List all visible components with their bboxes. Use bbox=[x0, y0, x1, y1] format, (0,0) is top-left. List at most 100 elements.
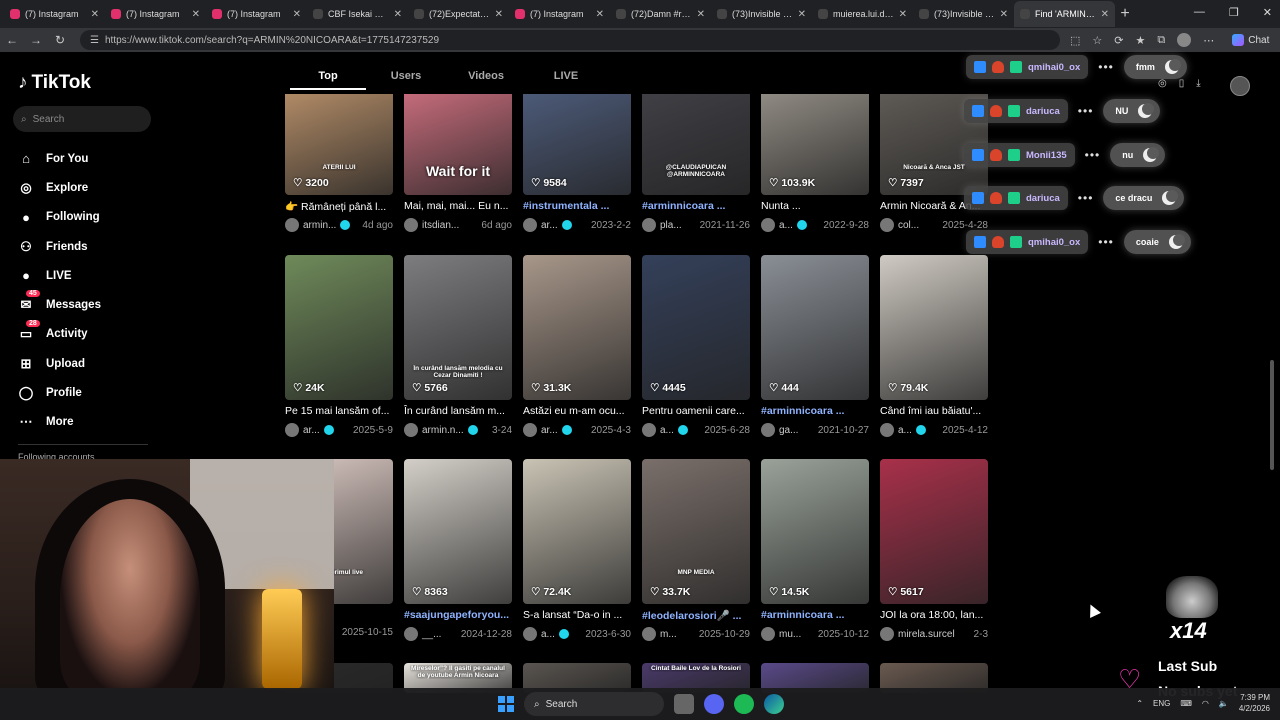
video-caption[interactable]: Astăzi eu m-am ocu... bbox=[523, 405, 631, 419]
video-thumbnail[interactable]: În curând lansăm melodia cu Cezar Dinami… bbox=[404, 255, 512, 400]
video-thumbnail[interactable]: ♡ 79.4K bbox=[880, 255, 988, 400]
windows-start-icon[interactable] bbox=[498, 696, 514, 712]
author-name[interactable]: ar... bbox=[541, 220, 558, 231]
author-name[interactable]: armin... bbox=[303, 220, 336, 231]
author-avatar[interactable] bbox=[761, 423, 775, 437]
tab-close-icon[interactable]: ✕ bbox=[899, 9, 907, 20]
video-caption[interactable]: #arminnicoara ... bbox=[642, 200, 750, 214]
tab-close-icon[interactable]: ✕ bbox=[394, 9, 402, 20]
spotify-icon[interactable] bbox=[734, 694, 754, 714]
author-name[interactable]: col... bbox=[898, 220, 919, 231]
tray-chevron-icon[interactable]: ⌃ bbox=[1136, 699, 1143, 708]
sidebar-item-messages[interactable]: ✉ 45 Messages bbox=[18, 290, 101, 319]
video-thumbnail[interactable]: ♡ 4445 bbox=[642, 255, 750, 400]
sidebar-item-upload[interactable]: ⊞ Upload bbox=[18, 349, 101, 378]
video-caption[interactable]: 👉 Rămâneți până l... bbox=[285, 200, 393, 214]
video-thumbnail[interactable]: MNP MEDIA ♡ 33.7K bbox=[642, 459, 750, 604]
author-name[interactable]: a... bbox=[779, 220, 793, 231]
video-thumbnail[interactable]: ♡ 9584 bbox=[523, 94, 631, 195]
author-name[interactable]: m... bbox=[660, 629, 677, 640]
video-card[interactable]: ♡ 8363 #saajungapeforyou... __... 2024-12-2… bbox=[404, 459, 512, 641]
back-icon[interactable]: ← bbox=[0, 33, 24, 47]
minimize-icon[interactable]: — bbox=[1194, 6, 1205, 19]
tab-close-icon[interactable]: ✕ bbox=[495, 9, 503, 20]
network-icon[interactable]: ⌨ bbox=[1180, 699, 1192, 708]
video-thumbnail[interactable]: ♡ 31.3K bbox=[523, 255, 631, 400]
browser-tab[interactable]: (72)Damn #reside ✕ bbox=[610, 1, 711, 27]
author-avatar[interactable] bbox=[761, 627, 775, 641]
tiktok-logo[interactable]: ♪ TikTok bbox=[18, 72, 91, 94]
tab-close-icon[interactable]: ✕ bbox=[192, 9, 200, 20]
browser-tab[interactable]: (7) Instagram ✕ bbox=[509, 1, 610, 27]
extension-icon[interactable]: ⬚ bbox=[1070, 34, 1080, 47]
video-thumbnail[interactable]: ♡ 444 bbox=[761, 255, 869, 400]
browser-tab[interactable]: muierea.lui.dany ✕ bbox=[812, 1, 913, 27]
video-thumbnail[interactable]: ♡ 72.4K bbox=[523, 459, 631, 604]
tab-top[interactable]: Top bbox=[290, 70, 366, 90]
forward-icon[interactable]: → bbox=[24, 33, 48, 47]
video-caption[interactable]: Pentru oamenii care... bbox=[642, 405, 750, 419]
sidebar-item-for-you[interactable]: ⌂ For You bbox=[18, 144, 101, 173]
video-thumbnail[interactable]: @CLAUDIAPUICAN @ARMINNICOARA bbox=[642, 94, 750, 195]
browser-tab[interactable]: Find 'ARMIN NICO ✕ bbox=[1014, 1, 1115, 27]
copilot-chat-button[interactable]: Chat bbox=[1232, 34, 1269, 46]
sidebar-item-activity[interactable]: ▭ 28 Activity bbox=[18, 319, 101, 349]
video-card[interactable]: ♡ 72.4K S-a lansat “Da-o in ... a... 2023-6… bbox=[523, 459, 631, 641]
author-name[interactable]: a... bbox=[541, 629, 555, 640]
refresh-extension-icon[interactable]: ⟳ bbox=[1114, 34, 1123, 47]
site-info-icon[interactable]: ☰ bbox=[90, 35, 99, 46]
video-caption[interactable]: #instrumentala ... bbox=[523, 200, 631, 214]
video-card[interactable]: În curând lansăm melodia cu Cezar Dinami… bbox=[404, 255, 512, 437]
video-caption[interactable]: #arminnicoara ... bbox=[761, 405, 869, 419]
author-name[interactable]: itsdian... bbox=[422, 220, 459, 231]
sidebar-item-profile[interactable]: ◯ Profile bbox=[18, 378, 101, 407]
tab-close-icon[interactable]: ✕ bbox=[293, 9, 301, 20]
volume-icon[interactable]: 🔈 bbox=[1219, 699, 1229, 708]
video-thumbnail[interactable]: ♡ 103.9K bbox=[761, 94, 869, 195]
browser-tab[interactable]: (73)Invisible Dang ✕ bbox=[711, 1, 812, 27]
video-card[interactable]: ♡ 14.5K #arminnicoara ... mu... 2025-10-12 bbox=[761, 459, 869, 641]
author-name[interactable]: mirela.surcel bbox=[898, 629, 955, 640]
sidebar-item-explore[interactable]: ◎ Explore bbox=[18, 173, 101, 202]
video-caption[interactable]: Pe 15 mai lansăm of... bbox=[285, 405, 393, 419]
author-avatar[interactable] bbox=[404, 423, 418, 437]
author-avatar[interactable] bbox=[523, 218, 537, 232]
author-avatar[interactable] bbox=[285, 218, 299, 232]
video-caption[interactable]: Nunta ... bbox=[761, 200, 869, 214]
page-scrollbar[interactable] bbox=[1270, 360, 1274, 470]
author-avatar[interactable] bbox=[404, 218, 418, 232]
tab-close-icon[interactable]: ✕ bbox=[798, 9, 806, 20]
tab-videos[interactable]: Videos bbox=[446, 70, 526, 90]
author-avatar[interactable] bbox=[642, 218, 656, 232]
tab-close-icon[interactable]: ✕ bbox=[1101, 9, 1109, 20]
video-card[interactable]: ♡ 103.9K Nunta ... a... 2022-9-28 bbox=[761, 94, 869, 232]
author-avatar[interactable] bbox=[880, 627, 894, 641]
video-card[interactable]: ♡ 24K Pe 15 mai lansăm of... ar... 2025-5-9 bbox=[285, 255, 393, 437]
tab-users[interactable]: Users bbox=[366, 70, 446, 90]
video-card[interactable]: ATERII LUI ♡ 3200 👉 Rămâneți până l... armi… bbox=[285, 94, 393, 232]
author-avatar[interactable] bbox=[523, 627, 537, 641]
author-avatar[interactable] bbox=[880, 218, 894, 232]
browser-tab[interactable]: (7) Instagram ✕ bbox=[206, 1, 307, 27]
tab-close-icon[interactable]: ✕ bbox=[1000, 9, 1008, 20]
video-card[interactable]: ♡ 31.3K Astăzi eu m-am ocu... ar... 2025-4-… bbox=[523, 255, 631, 437]
collections-icon[interactable]: ⧉ bbox=[1157, 34, 1165, 47]
bookmark-star-icon[interactable]: ☆ bbox=[1092, 34, 1102, 47]
video-caption[interactable]: Mai, mai, mai... Eu n... bbox=[404, 200, 512, 214]
video-card[interactable]: ♡ 4445 Pentru oamenii care... a... 2025-6-2… bbox=[642, 255, 750, 437]
author-name[interactable]: ga... bbox=[779, 425, 798, 436]
sidebar-item-following[interactable]: ● Following bbox=[18, 203, 101, 232]
video-card[interactable]: ♡ 9584 #instrumentala ... ar... 2023-2-2 bbox=[523, 94, 631, 232]
author-name[interactable]: a... bbox=[898, 425, 912, 436]
browser-tab[interactable]: CBF Isekai Conve ✕ bbox=[307, 1, 408, 27]
author-name[interactable]: ar... bbox=[541, 425, 558, 436]
address-bar[interactable]: ☰ https://www.tiktok.com/search?q=ARMIN%… bbox=[80, 30, 1060, 50]
browser-tab[interactable]: (73)Invisible Dang ✕ bbox=[913, 1, 1014, 27]
reload-icon[interactable]: ↻ bbox=[48, 33, 72, 47]
browser-tab[interactable]: (72)Expectation v ✕ bbox=[408, 1, 509, 27]
wifi-icon[interactable]: ◠ bbox=[1202, 699, 1209, 708]
author-name[interactable]: a... bbox=[660, 425, 674, 436]
video-caption[interactable]: #arminnicoara ... bbox=[761, 609, 869, 623]
discord-icon[interactable] bbox=[704, 694, 724, 714]
new-tab-icon[interactable]: + bbox=[1115, 5, 1135, 23]
